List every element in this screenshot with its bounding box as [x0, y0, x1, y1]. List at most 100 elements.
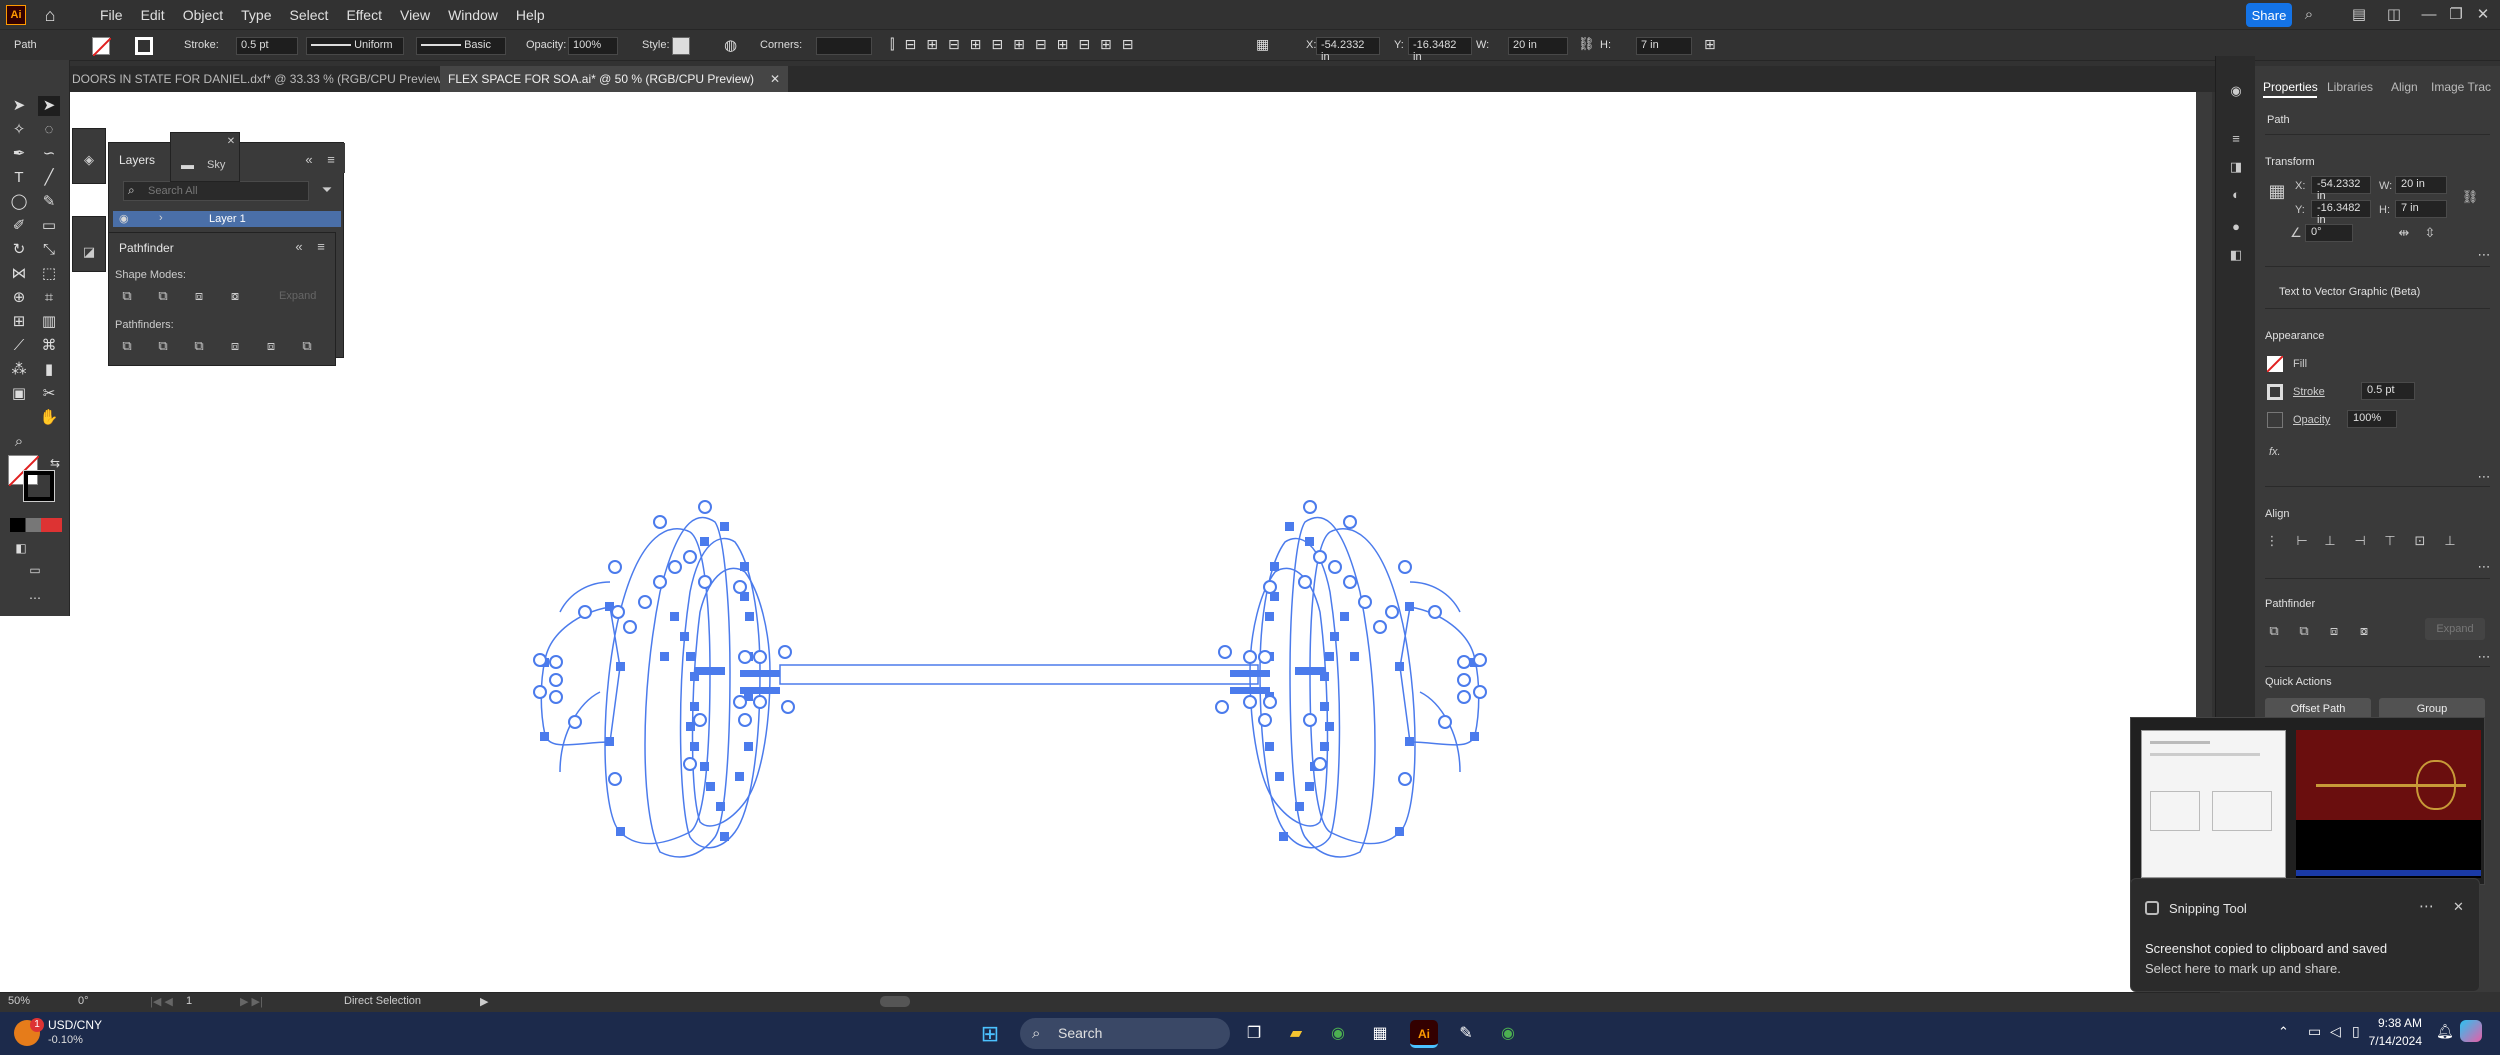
edit-toolbar-icon[interactable]: ⋯ [24, 588, 46, 608]
color-mode-buttons[interactable] [10, 518, 62, 532]
trim-icon[interactable]: ⧉ [153, 337, 173, 355]
h-field[interactable]: 7 in [2395, 200, 2447, 218]
eyedropper-icon[interactable]: ⟋ [8, 336, 30, 356]
constrain-link-icon[interactable]: ⛓ [2461, 188, 2479, 206]
workspace-switcher-icon[interactable]: ◫ [2385, 6, 2403, 24]
paintbrush-icon[interactable]: ✎ [38, 192, 60, 212]
direct-selection-tool-icon[interactable]: ➤ [38, 96, 60, 116]
blend-icon[interactable]: ⌘ [38, 336, 60, 356]
snipping-notification[interactable]: Snipping Tool ⋯ ✕ Screenshot copied to c… [2130, 878, 2480, 992]
minus-back-icon[interactable]: ⧉ [297, 337, 317, 355]
unite-icon[interactable]: ⧉ [117, 287, 137, 305]
line-tool-icon[interactable]: ╱ [38, 168, 60, 188]
color-dock-icon[interactable]: ◐ [2227, 186, 2245, 204]
angle-field[interactable]: 0° [2305, 224, 2353, 242]
stroke-color-swatch[interactable] [23, 470, 55, 502]
outline-icon[interactable]: ⧈ [261, 337, 281, 355]
menu-object[interactable]: Object [183, 7, 223, 23]
illustrator-taskbar-icon[interactable]: Ai [1410, 1020, 1438, 1048]
intersect-icon[interactable]: ⧈ [189, 287, 209, 305]
menu-effect[interactable]: Effect [346, 7, 382, 23]
collapse-icon[interactable]: « [289, 238, 309, 256]
merge-icon[interactable]: ⧉ [189, 337, 209, 355]
align-right-icon[interactable]: ⊣ [2351, 532, 2369, 550]
y-field[interactable]: -16.3482 in [1408, 37, 1472, 63]
toast-more-icon[interactable]: ⋯ [2419, 897, 2434, 915]
opacity-field[interactable]: 100% [568, 37, 618, 55]
selection-tool-icon[interactable]: ➤ [8, 96, 30, 116]
nav-first-icon[interactable]: |◀ ◀ [150, 995, 173, 1008]
perspective-grid-icon[interactable]: ⌗ [38, 288, 60, 308]
chrome-profile-icon[interactable]: ◉ [1494, 1020, 1522, 1048]
layers-dock-icon[interactable]: ◈ [79, 151, 99, 169]
magic-wand-icon[interactable]: ✧ [8, 120, 30, 140]
libraries-dock-icon[interactable]: ≡ [2227, 130, 2245, 148]
align-bottom-icon[interactable]: ⊥ [2441, 532, 2459, 550]
symbol-sprayer-icon[interactable]: ⁂ [8, 360, 30, 380]
notification-bell-icon[interactable]: 🔔︎ [2436, 1023, 2454, 1040]
column-graph-icon[interactable]: ▮ [38, 360, 60, 380]
width-tool-icon[interactable]: ⋈ [8, 264, 30, 284]
opacity-label[interactable]: Opacity [2293, 414, 2330, 426]
transform-reference-icon[interactable]: ▦ [1256, 36, 1269, 53]
menu-window[interactable]: Window [448, 7, 498, 23]
tab-flex-space[interactable]: FLEX SPACE FOR SOA.ai* @ 50 % (RGB/CPU P… [440, 66, 789, 92]
ellipse-tool-icon[interactable]: ◯ [8, 192, 30, 212]
pf-minus-front-icon[interactable]: ⧉ [2295, 622, 2313, 640]
arrange-documents-icon[interactable]: ▤ [2350, 6, 2368, 24]
snipping-preview[interactable] [2130, 717, 2485, 885]
brushes-dock-icon[interactable]: ● [2227, 218, 2245, 236]
flip-horizontal-icon[interactable]: ⇹ [2395, 224, 2413, 242]
type-tool-icon[interactable]: T [8, 168, 30, 188]
h-field[interactable]: 7 in [1636, 37, 1692, 55]
shape-builder-icon[interactable]: ⊕ [8, 288, 30, 308]
stroke-weight-field[interactable]: 0.5 pt [236, 37, 298, 55]
chrome-icon[interactable]: ◉ [1324, 1020, 1352, 1048]
rotate-icon[interactable]: ↻ [8, 240, 30, 260]
mesh-icon[interactable]: ⊞ [8, 312, 30, 332]
pf-unite-icon[interactable]: ⧉ [2265, 622, 2283, 640]
stroke-swatch[interactable] [135, 37, 153, 55]
tab-align[interactable]: Align [2391, 80, 2418, 94]
divide-icon[interactable]: ⧉ [117, 337, 137, 355]
more-options-icon[interactable]: ⋯ [2475, 558, 2493, 576]
recolor-icon[interactable]: ◍ [724, 36, 737, 54]
taskbar-search[interactable]: ⌕ Search [1020, 1018, 1230, 1049]
menu-help[interactable]: Help [516, 7, 545, 23]
artboards-dock-icon[interactable]: ◪ [79, 243, 99, 261]
flip-vertical-icon[interactable]: ⇳ [2421, 224, 2439, 242]
battery-icon[interactable]: ▯ [2352, 1023, 2360, 1040]
menu-select[interactable]: Select [290, 7, 329, 23]
align-hcenter-icon[interactable]: ⊥ [2321, 532, 2339, 550]
layer-row[interactable]: ◉ › Layer 1 [113, 211, 341, 227]
start-icon[interactable]: ⊞ [976, 1020, 1004, 1048]
menu-edit[interactable]: Edit [141, 7, 165, 23]
tray-chevron-icon[interactable]: ⌃ [2278, 1024, 2289, 1040]
isolate-icon[interactable]: ⊞ [1704, 36, 1716, 53]
share-button[interactable]: Share [2246, 3, 2292, 27]
status-menu-icon[interactable]: ▶ [480, 995, 488, 1008]
opacity-field[interactable]: 100% [2347, 410, 2397, 428]
clock-date[interactable]: 7/14/2024 [2362, 1034, 2422, 1048]
expand-button[interactable]: Expand [279, 290, 316, 302]
align-top-icon[interactable]: ⊤ [2381, 532, 2399, 550]
more-options-icon[interactable]: ⋯ [2475, 648, 2493, 666]
fx-button[interactable]: fx. [2269, 446, 2281, 458]
symbols-dock-icon[interactable]: ◧ [2227, 246, 2245, 264]
graphic-style-swatch[interactable] [672, 37, 690, 55]
draw-mode-icon[interactable]: ◧ [10, 538, 32, 558]
home-icon[interactable]: ⌂ [40, 5, 60, 25]
toast-close-icon[interactable]: ✕ [2453, 899, 2464, 915]
stroke-weight-field[interactable]: 0.5 pt [2361, 382, 2415, 400]
lasso-icon[interactable]: ◌ [38, 120, 60, 140]
menu-file[interactable]: File [100, 7, 123, 23]
nav-last-icon[interactable]: ▶ ▶| [240, 995, 263, 1008]
search-icon[interactable]: ⌕ [2300, 6, 2318, 24]
artboard-tool-icon[interactable]: ▣ [8, 384, 30, 404]
tab-image-trace[interactable]: Image Trac [2431, 80, 2491, 94]
swatches-dock-icon[interactable]: ◨ [2227, 158, 2245, 176]
zoom-tool-icon[interactable]: ⌕ [8, 432, 30, 452]
eraser-icon[interactable]: ▭ [38, 216, 60, 236]
fill-swatch[interactable] [92, 37, 112, 57]
pf-exclude-icon[interactable]: ⧇ [2355, 622, 2373, 640]
